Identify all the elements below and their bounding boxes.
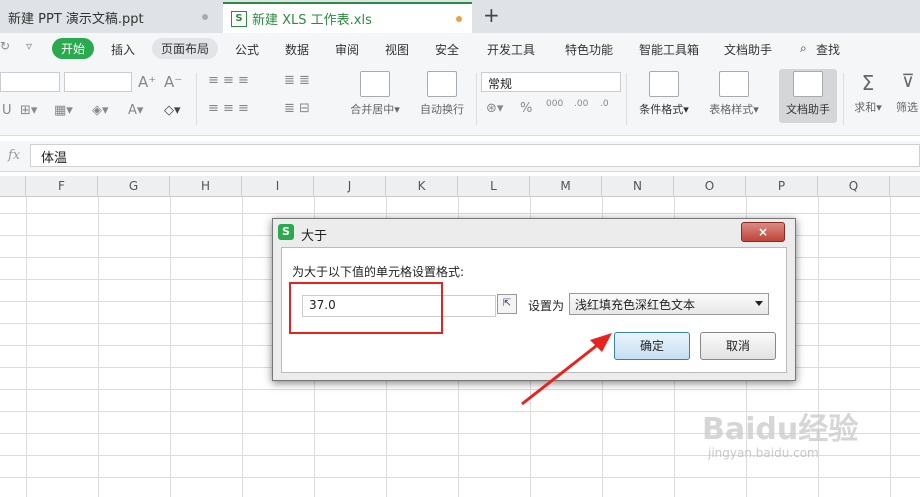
watermark-brand: Baidu经验 <box>702 412 859 447</box>
annotation-arrow-shaft <box>521 341 601 406</box>
watermark-url: jingyan.baidu.com <box>708 446 819 460</box>
